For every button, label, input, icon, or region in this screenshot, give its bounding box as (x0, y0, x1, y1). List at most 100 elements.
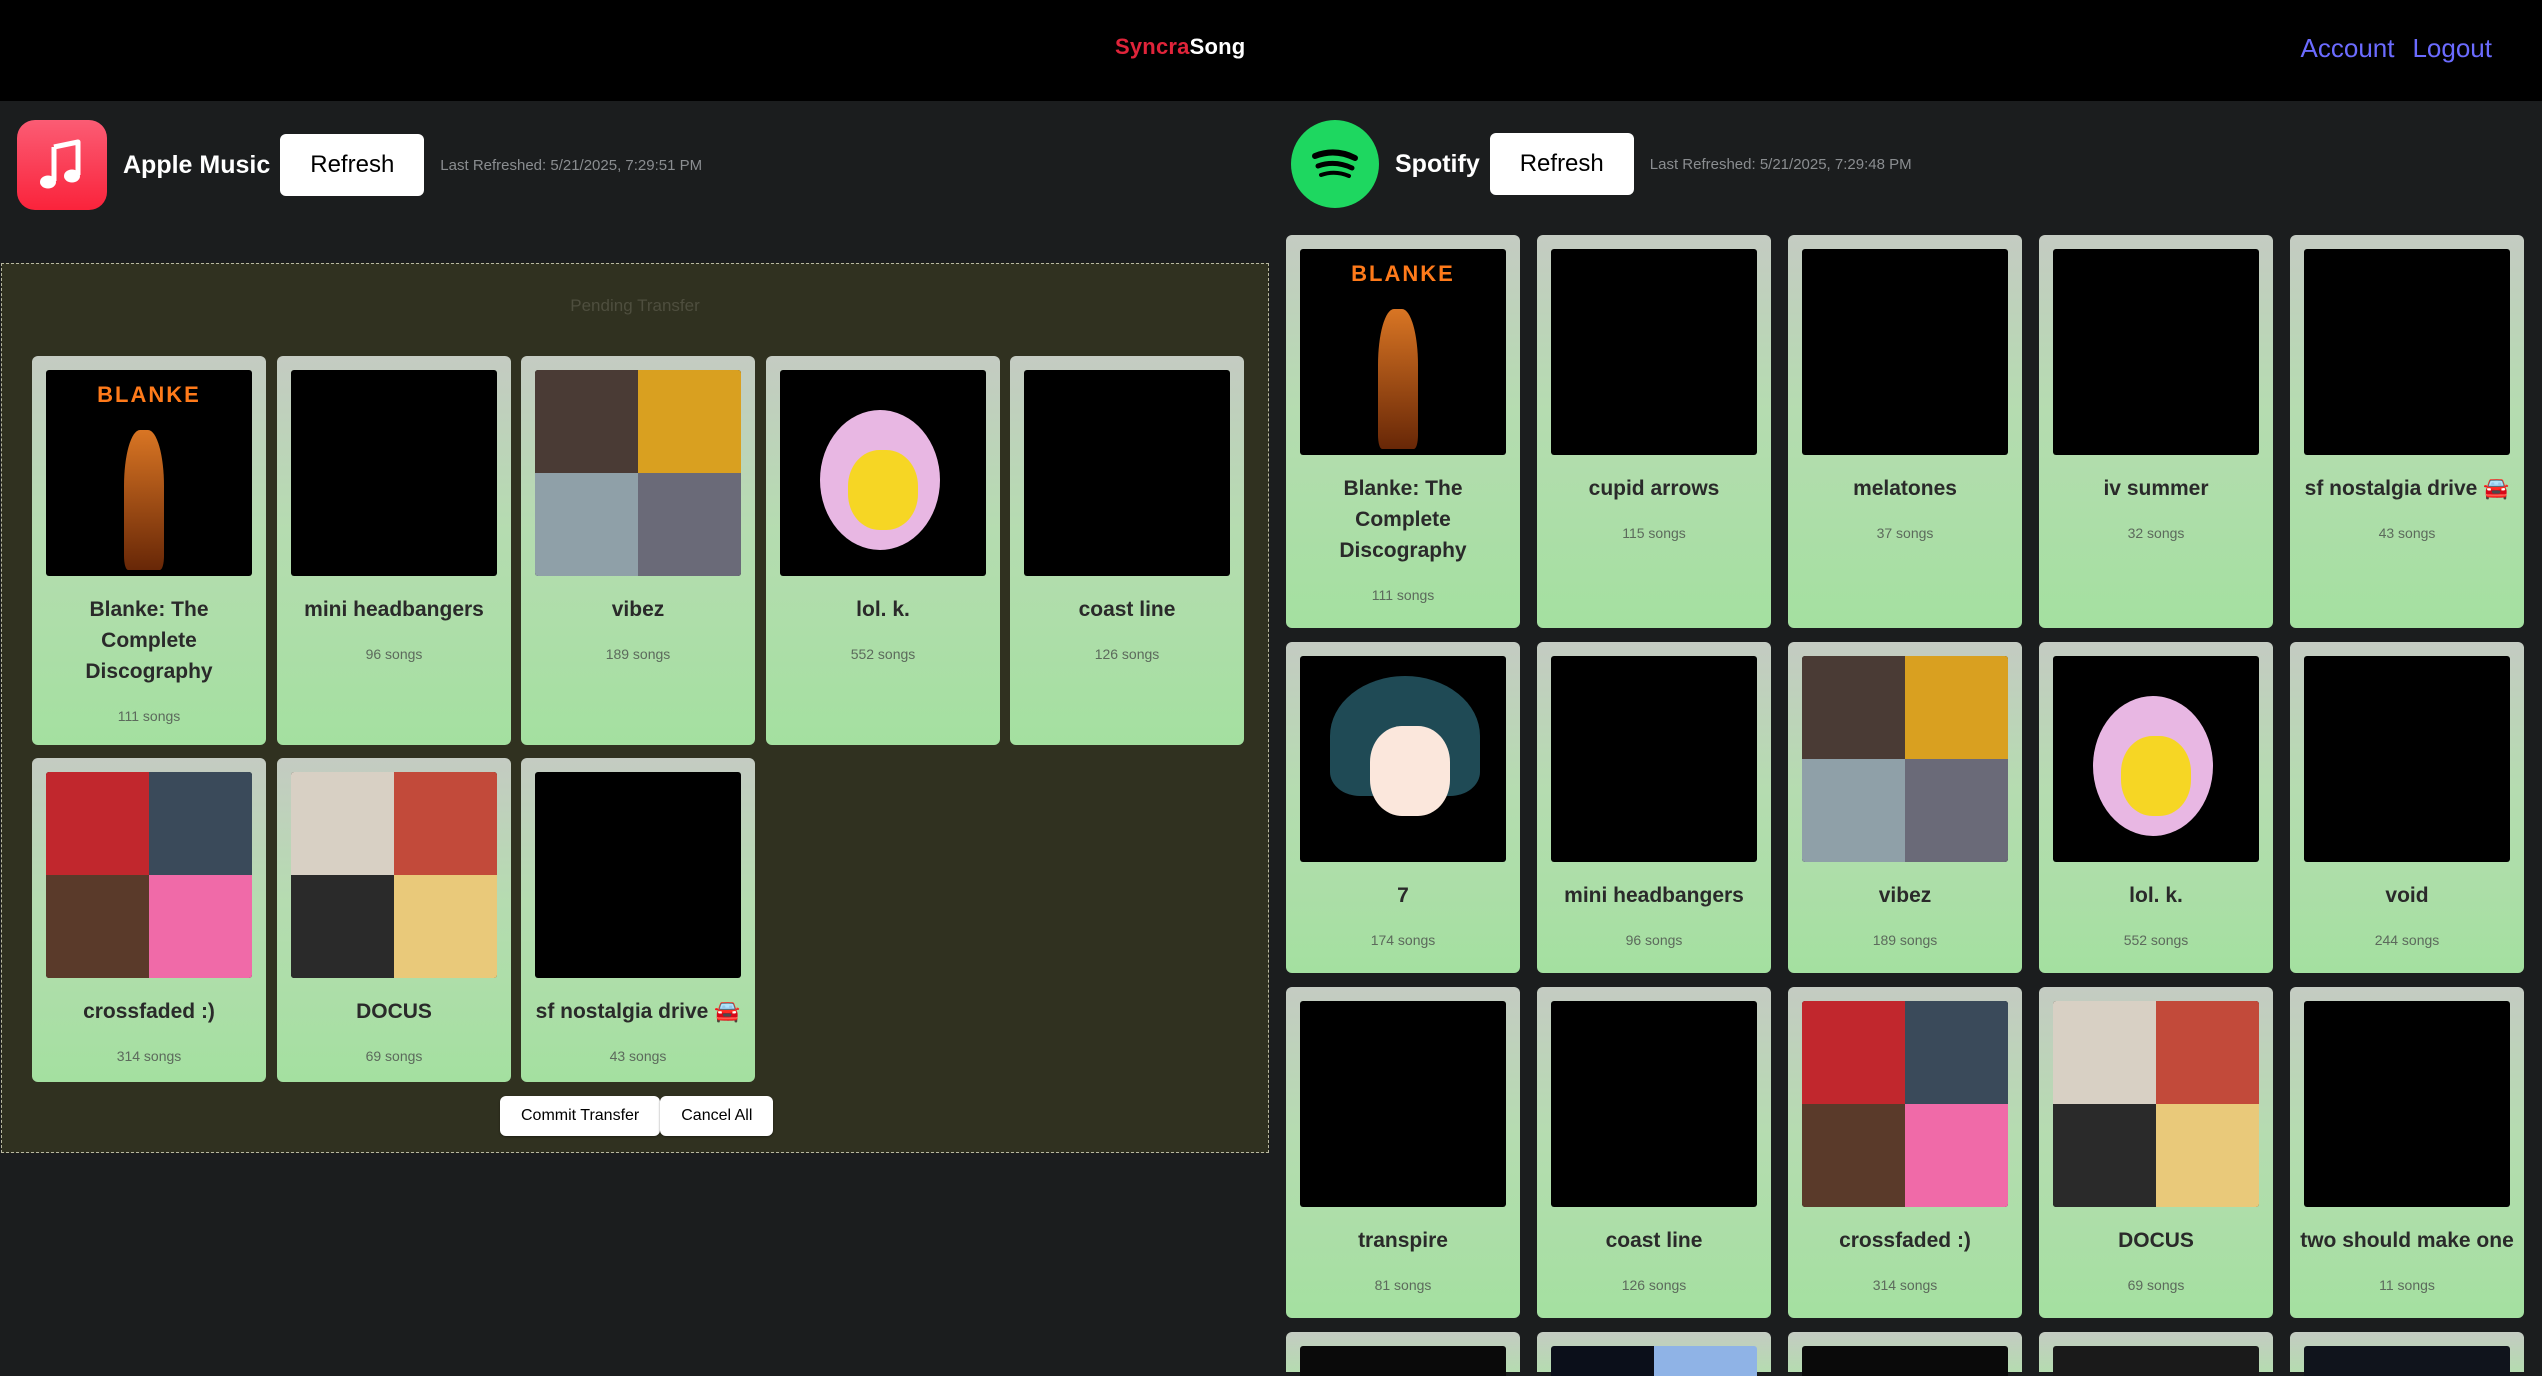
playlist-card[interactable]: DOCUS 69 songs (2039, 987, 2273, 1318)
playlist-title: void (2385, 884, 2429, 907)
playlist-card[interactable] (2039, 1332, 2273, 1376)
playlist-cover (1551, 249, 1757, 455)
playlist-song-count: 111 songs (1371, 587, 1435, 603)
playlist-title: iv summer (2103, 477, 2209, 500)
playlist-song-count: 37 songs (1876, 525, 1934, 541)
playlist-card[interactable]: 7 174 songs (1286, 642, 1520, 973)
playlist-title: Blanke: The Complete Discography (1339, 477, 1467, 562)
playlist-cover (1802, 1346, 2008, 1376)
commit-transfer-button[interactable]: Commit Transfer (500, 1096, 661, 1136)
playlist-card[interactable]: iv summer 32 songs (2039, 235, 2273, 628)
playlist-card[interactable]: DOCUS 69 songs (277, 758, 511, 1082)
playlist-card[interactable] (1286, 1332, 1520, 1376)
spotify-refresh-button[interactable]: Refresh (1489, 133, 1634, 195)
playlist-title: DOCUS (2118, 1229, 2194, 1252)
playlist-title: crossfaded :) (83, 1000, 215, 1023)
playlist-song-count: 126 songs (1094, 646, 1160, 662)
playlist-card[interactable] (2290, 1332, 2524, 1376)
playlist-title: cupid arrows (1588, 477, 1720, 500)
transfer-actions: Commit Transfer Cancel All (500, 1096, 774, 1136)
playlist-card[interactable]: vibez 189 songs (1788, 642, 2022, 973)
spotify-icon (1291, 120, 1379, 208)
playlist-cover (2053, 1001, 2259, 1207)
playlist-card[interactable]: melatones 37 songs (1788, 235, 2022, 628)
playlist-cover (2053, 249, 2259, 455)
playlist-card[interactable]: lol. k. 552 songs (2039, 642, 2273, 973)
playlist-card[interactable]: cupid arrows 115 songs (1537, 235, 1771, 628)
playlist-card[interactable]: two should make one 11 songs (2290, 987, 2524, 1318)
playlist-card[interactable]: coast line 126 songs (1537, 987, 1771, 1318)
playlist-cover (1551, 656, 1757, 862)
playlist-song-count: 43 songs (2378, 525, 2436, 541)
playlist-song-count: 96 songs (1625, 932, 1683, 948)
playlist-cover (1300, 1346, 1506, 1376)
playlist-song-count: 244 songs (2374, 932, 2440, 948)
playlist-card[interactable]: mini headbangers 96 songs (1537, 642, 1771, 973)
playlist-song-count: 81 songs (1374, 1277, 1432, 1293)
playlist-song-count: 552 songs (2123, 932, 2189, 948)
playlist-card[interactable] (1537, 1332, 1771, 1376)
playlist-song-count: 32 songs (2127, 525, 2185, 541)
playlist-song-count: 69 songs (2127, 1277, 2185, 1293)
playlist-cover (780, 370, 986, 576)
playlist-song-count: 69 songs (365, 1048, 423, 1064)
nav-links: Account Logout (2301, 33, 2492, 64)
playlist-title: melatones (1853, 477, 1957, 500)
apple-music-icon (17, 120, 107, 210)
playlist-card[interactable]: mini headbangers 96 songs (277, 356, 511, 745)
brand-part-song: Song (1189, 34, 1246, 59)
playlist-title: sf nostalgia drive 🚘 (2304, 477, 2510, 500)
playlist-card[interactable]: lol. k. 552 songs (766, 356, 1000, 745)
playlist-card[interactable]: BLANKE Blanke: The Complete Discography 11… (1286, 235, 1520, 628)
playlist-song-count: 11 songs (2379, 1277, 2435, 1293)
playlist-cover: BLANKE (46, 370, 252, 576)
playlist-title: sf nostalgia drive 🚘 (535, 1000, 741, 1023)
playlist-song-count: 314 songs (1872, 1277, 1938, 1293)
playlist-song-count: 189 songs (1872, 932, 1938, 948)
dropzone-label: Pending Transfer (570, 296, 700, 315)
playlist-song-count: 111 songs (117, 708, 181, 724)
playlist-cover (535, 370, 741, 576)
app-logo[interactable]: SyncraSong (1115, 34, 1245, 60)
cancel-all-button[interactable]: Cancel All (660, 1096, 774, 1136)
playlist-title: lol. k. (856, 598, 910, 621)
apple-refresh-button[interactable]: Refresh (280, 134, 425, 196)
spotify-last-refreshed: Last Refreshed: 5/21/2025, 7:29:48 PM (1649, 155, 1912, 173)
playlist-card[interactable]: sf nostalgia drive 🚘 43 songs (2290, 235, 2524, 628)
playlist-title: coast line (1605, 1229, 1703, 1252)
playlist-card[interactable] (1788, 1332, 2022, 1376)
playlist-cover (291, 772, 497, 978)
playlist-cover (1551, 1346, 1757, 1376)
playlist-cover (1802, 1001, 2008, 1207)
playlist-cover (2053, 1346, 2259, 1376)
playlist-cover: BLANKE (1300, 249, 1506, 455)
playlist-title: vibez (611, 598, 665, 621)
account-link[interactable]: Account (2301, 33, 2395, 64)
playlist-card[interactable]: coast line 126 songs (1010, 356, 1244, 745)
playlist-cover (535, 772, 741, 978)
playlist-title: mini headbangers (304, 598, 484, 621)
playlist-cover (46, 772, 252, 978)
playlist-cover (2304, 249, 2510, 455)
playlist-card[interactable]: crossfaded :) 314 songs (32, 758, 266, 1082)
playlist-card[interactable]: transpire 81 songs (1286, 987, 1520, 1318)
playlist-card[interactable]: sf nostalgia drive 🚘 43 songs (521, 758, 755, 1082)
logout-link[interactable]: Logout (2412, 33, 2492, 64)
playlist-card[interactable]: BLANKE Blanke: The Complete Discography 11… (32, 356, 266, 745)
playlist-cover (1802, 656, 2008, 862)
playlist-card[interactable]: vibez 189 songs (521, 356, 755, 745)
playlist-title: DOCUS (356, 1000, 432, 1023)
playlist-card[interactable]: crossfaded :) 314 songs (1788, 987, 2022, 1318)
transfer-dropzone[interactable]: Pending Transfer BLANKE Blanke: The Compl… (1, 263, 1269, 1153)
playlist-song-count: 189 songs (605, 646, 671, 662)
playlist-cover (1802, 249, 2008, 455)
playlist-song-count: 126 songs (1621, 1277, 1687, 1293)
playlist-cover (1300, 656, 1506, 862)
playlist-title: transpire (1358, 1229, 1448, 1252)
playlist-card[interactable]: void 244 songs (2290, 642, 2524, 973)
playlist-song-count: 314 songs (116, 1048, 182, 1064)
playlist-song-count: 552 songs (850, 646, 916, 662)
playlist-cover (2053, 656, 2259, 862)
playlist-title: two should make one (2300, 1229, 2514, 1252)
playlist-cover (1024, 370, 1230, 576)
